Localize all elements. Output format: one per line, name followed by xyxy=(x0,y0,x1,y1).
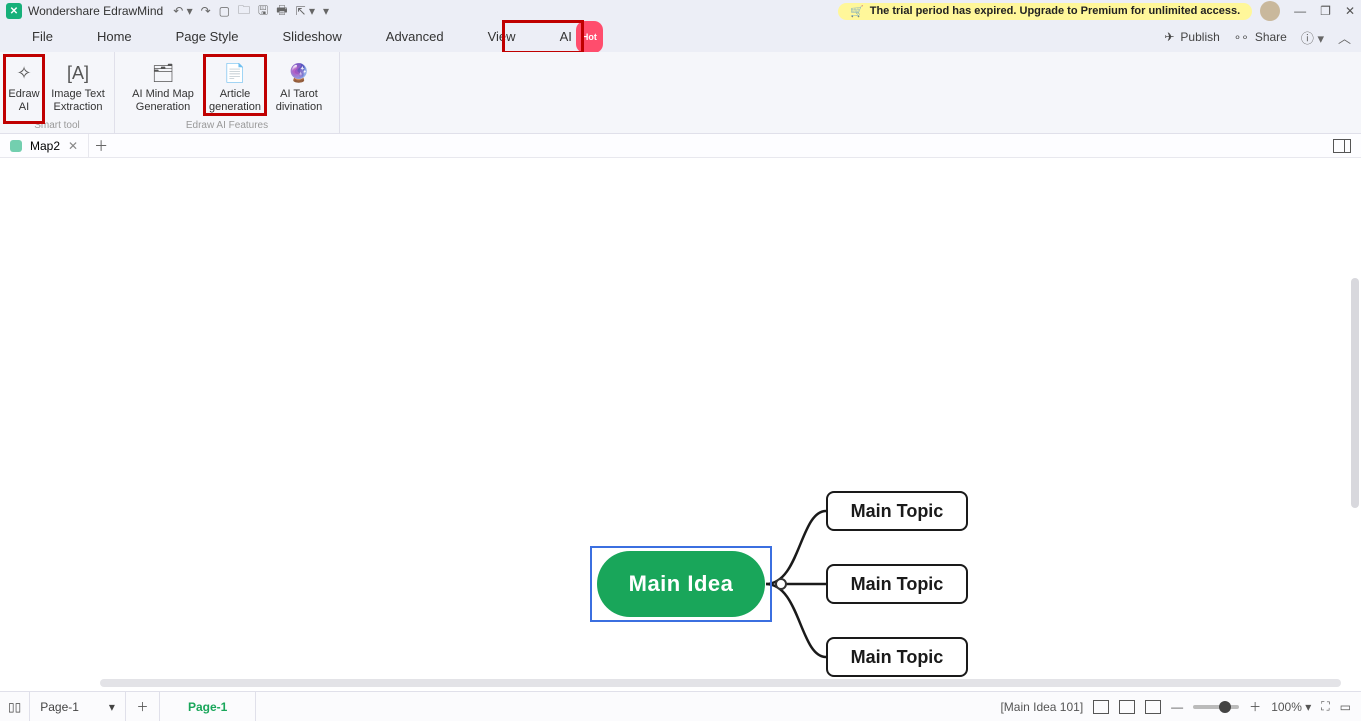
share-label: Share xyxy=(1255,30,1287,44)
publish-label: Publish xyxy=(1180,30,1219,44)
sparkle-icon: ✧ xyxy=(13,62,35,84)
zoom-in-icon[interactable]: ＋ xyxy=(1249,698,1261,715)
mindmap-line1: AI Mind Map xyxy=(132,88,194,101)
help-icon[interactable]: ⓘ ▾ xyxy=(1301,28,1324,47)
doc-tab-close-icon[interactable]: ✕ xyxy=(68,139,78,153)
image-text-extraction-button[interactable]: [A] Image Text Extraction xyxy=(45,58,111,114)
tarot-line1: AI Tarot xyxy=(280,88,318,101)
canvas[interactable]: Main Idea Main Topic Main Topic Main Top… xyxy=(0,158,1361,691)
doc-icon xyxy=(10,140,22,152)
quick-access-toolbar: ↶ ▾ ↷ ▢ 🗀 🖫 🖶 ⇱ ▾ ▾ xyxy=(173,1,329,22)
mindmap-line2: Generation xyxy=(136,101,190,114)
imgtext-line2: Extraction xyxy=(54,101,103,114)
qa-more-icon[interactable]: ▾ xyxy=(323,4,329,18)
topic-node-2[interactable]: Main Topic xyxy=(826,564,968,604)
fit-screen-icon[interactable] xyxy=(1145,700,1161,714)
expand-handle-icon[interactable] xyxy=(775,578,787,590)
collapse-ribbon-icon[interactable]: ︿ xyxy=(1338,28,1351,47)
menu-advanced[interactable]: Advanced xyxy=(364,22,466,52)
collapse-pane-icon[interactable]: ▭ xyxy=(1340,700,1351,714)
topic-node-1[interactable]: Main Topic xyxy=(826,491,968,531)
cart-icon: 🛒 xyxy=(850,5,864,18)
outline-view-icon[interactable]: ▯▯ xyxy=(8,700,21,714)
ai-mind-map-button[interactable]: 🗂 AI Mind Map Generation xyxy=(123,58,203,114)
article-generation-button[interactable]: 📄 Article generation xyxy=(203,58,267,114)
doc-tab-map2[interactable]: Map2 ✕ xyxy=(0,134,89,157)
menu-bar: File Home Page Style Slideshow Advanced … xyxy=(0,22,1361,52)
title-bar: ✕ Wondershare EdrawMind ↶ ▾ ↷ ▢ 🗀 🖫 🖶 ⇱ … xyxy=(0,0,1361,22)
publish-button[interactable]: ✈ Publish xyxy=(1164,30,1219,44)
fullscreen-icon[interactable]: ⛶ xyxy=(1321,699,1329,714)
document-tabs: Map2 ✕ ＋ xyxy=(0,134,1361,158)
save-icon[interactable]: 🖫 xyxy=(258,1,268,22)
trial-text: The trial period has expired. Upgrade to… xyxy=(870,5,1240,17)
view-layout-icon[interactable] xyxy=(1093,700,1109,714)
redo-icon[interactable]: ↷ xyxy=(201,4,211,18)
open-icon[interactable]: 🗀 xyxy=(238,1,250,22)
hot-badge: Hot xyxy=(576,21,603,53)
side-panel-toggle-icon[interactable] xyxy=(1333,139,1351,153)
close-icon[interactable]: ✕ xyxy=(1345,4,1355,18)
app-title: Wondershare EdrawMind xyxy=(28,4,163,18)
zoom-slider[interactable] xyxy=(1193,705,1239,709)
article-line2: generation xyxy=(209,101,261,114)
share-button[interactable]: ∘∘ Share xyxy=(1234,30,1287,44)
ribbon: ✧ Edraw AI [A] Image Text Extraction Sma… xyxy=(0,52,1361,134)
ribbon-group-ai-features: Edraw AI Features xyxy=(186,120,268,133)
menu-home[interactable]: Home xyxy=(75,22,154,52)
page-selector-label: Page-1 xyxy=(40,700,79,714)
edraw-ai-line2: AI xyxy=(19,101,29,114)
doc-tab-label: Map2 xyxy=(30,139,60,153)
edraw-ai-line1: Edraw xyxy=(8,88,39,101)
new-icon[interactable]: ▢ xyxy=(219,4,230,18)
tarot-icon: 🔮 xyxy=(288,62,310,84)
menu-view[interactable]: View xyxy=(466,22,538,52)
image-text-icon: [A] xyxy=(67,62,89,84)
app-logo-icon: ✕ xyxy=(6,3,22,19)
chevron-down-icon: ▾ xyxy=(109,700,115,714)
avatar[interactable] xyxy=(1260,1,1280,21)
page-tab-1[interactable]: Page-1 xyxy=(160,692,256,721)
vertical-scrollbar[interactable] xyxy=(1351,278,1359,508)
central-node[interactable]: Main Idea xyxy=(597,551,765,617)
topic-node-3[interactable]: Main Topic xyxy=(826,637,968,677)
ai-tarot-button[interactable]: 🔮 AI Tarot divination xyxy=(267,58,331,114)
menu-slideshow[interactable]: Slideshow xyxy=(261,22,364,52)
horizontal-scrollbar[interactable] xyxy=(100,679,1341,687)
zoom-out-icon[interactable]: — xyxy=(1171,700,1183,714)
share-icon: ∘∘ xyxy=(1234,30,1249,44)
menu-file[interactable]: File xyxy=(10,22,75,52)
tarot-line2: divination xyxy=(276,101,322,114)
export-icon[interactable]: ⇱ ▾ xyxy=(296,4,315,18)
menu-page-style[interactable]: Page Style xyxy=(154,22,261,52)
maximize-icon[interactable]: ❐ xyxy=(1320,4,1331,18)
add-tab-button[interactable]: ＋ xyxy=(89,136,113,156)
zoom-level[interactable]: 100% ▾ xyxy=(1271,700,1311,714)
minimize-icon[interactable]: — xyxy=(1294,4,1306,18)
menu-ai[interactable]: AI Hot xyxy=(538,21,625,53)
ribbon-group-smart-tool: Smart tool xyxy=(34,120,80,133)
undo-icon[interactable]: ↶ ▾ xyxy=(173,4,192,18)
page-selector[interactable]: Page-1 ▾ xyxy=(30,692,126,721)
trial-banner[interactable]: 🛒 The trial period has expired. Upgrade … xyxy=(838,3,1252,20)
imgtext-line1: Image Text xyxy=(51,88,105,101)
add-page-button[interactable]: ＋ xyxy=(126,692,160,721)
publish-icon: ✈ xyxy=(1164,30,1174,44)
print-icon[interactable]: 🖶 xyxy=(276,1,287,22)
mindmap-ai-icon: 🗂 xyxy=(152,62,174,84)
view-page-icon[interactable] xyxy=(1119,700,1135,714)
article-ai-icon: 📄 xyxy=(224,62,246,84)
edraw-ai-button[interactable]: ✧ Edraw AI xyxy=(3,58,45,114)
menu-ai-label: AI xyxy=(560,22,572,52)
node-status: [Main Idea 101] xyxy=(1000,700,1083,714)
status-bar: ▯▯ Page-1 ▾ ＋ Page-1 [Main Idea 101] — ＋… xyxy=(0,691,1361,721)
article-line1: Article xyxy=(220,88,251,101)
